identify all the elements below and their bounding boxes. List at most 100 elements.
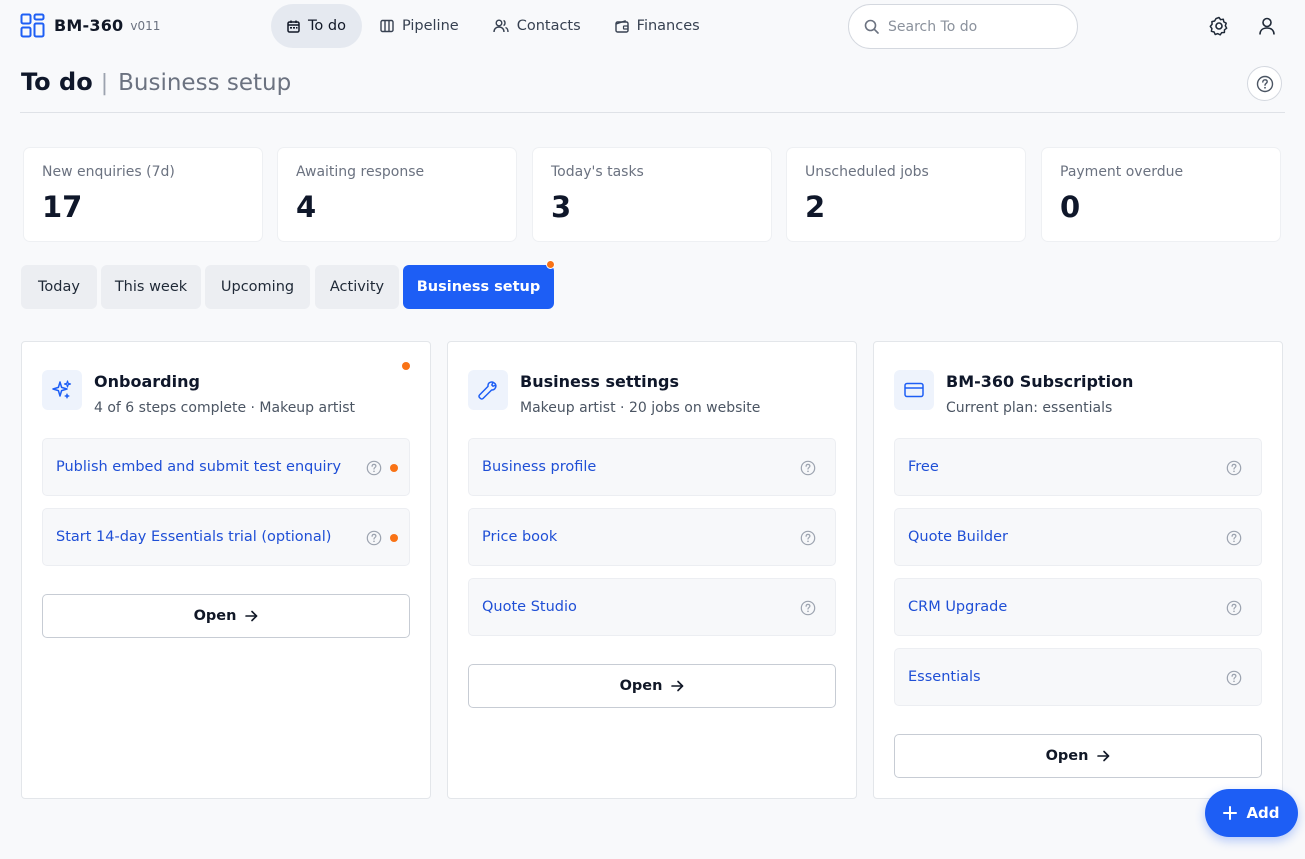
stat-card-todays-tasks[interactable]: Today's tasks 3 (533, 148, 771, 241)
add-button-label: Add (1246, 804, 1280, 822)
help-icon[interactable] (1226, 600, 1242, 616)
header-divider (20, 112, 1285, 113)
page-title-main: To do (21, 68, 93, 96)
stat-value: 2 (805, 190, 826, 224)
top-navbar: BM-360 v011 To do Pipeline Contacts Fina… (0, 0, 1305, 52)
plus-icon (1223, 806, 1238, 820)
tab-upcoming[interactable]: Upcoming (205, 265, 310, 309)
button-label: Open (1045, 748, 1089, 764)
card-icon-box (468, 370, 508, 410)
button-label: Open (193, 608, 237, 624)
users-icon (493, 19, 509, 33)
brand[interactable]: BM-360 v011 (20, 13, 160, 38)
plan-item-crm-upgrade[interactable]: CRM Upgrade (894, 578, 1262, 636)
card-subtitle: Current plan: essentials (946, 400, 1113, 416)
item-label: Essentials (908, 669, 981, 685)
nav-item-finances[interactable]: Finances (599, 4, 716, 48)
nav-label: Finances (636, 18, 700, 34)
help-icon[interactable] (1226, 530, 1242, 546)
stat-card-unscheduled-jobs[interactable]: Unscheduled jobs 2 (787, 148, 1025, 241)
nav-label: To do (308, 18, 346, 34)
stat-label: Today's tasks (551, 164, 644, 180)
nav-label: Contacts (516, 18, 581, 34)
card-subtitle: 4 of 6 steps complete · Makeup artist (94, 400, 356, 416)
nav-item-todo[interactable]: To do (271, 4, 362, 48)
help-icon[interactable] (800, 460, 816, 476)
plan-item-essentials[interactable]: Essentials (894, 648, 1262, 706)
stat-label: New enquiries (7d) (42, 164, 175, 180)
card-subscription: BM-360 Subscription Current plan: essent… (873, 341, 1283, 799)
profile-button[interactable] (1255, 14, 1279, 38)
page-title-sub: Business setup (118, 70, 292, 96)
item-label: Start 14-day Essentials trial (optional) (56, 529, 332, 545)
search-box[interactable] (848, 4, 1078, 49)
brand-version: v011 (130, 18, 161, 33)
notification-dot (390, 464, 398, 472)
search-input[interactable] (888, 18, 1058, 35)
help-icon (1256, 75, 1273, 92)
settings-item-price-book[interactable]: Price book (468, 508, 836, 566)
tab-today[interactable]: Today (21, 265, 97, 309)
page-help-button[interactable] (1247, 66, 1282, 101)
help-icon[interactable] (366, 460, 382, 476)
card-icon-box (42, 370, 82, 410)
wallet-icon (614, 19, 629, 33)
notification-dot (390, 534, 398, 542)
help-icon[interactable] (1226, 670, 1242, 686)
user-icon (1259, 17, 1275, 35)
plan-item-quote-builder[interactable]: Quote Builder (894, 508, 1262, 566)
nav-item-contacts[interactable]: Contacts (477, 4, 597, 48)
onboarding-item-publish-embed[interactable]: Publish embed and submit test enquiry (42, 438, 410, 496)
nav-label: Pipeline (401, 18, 459, 34)
arrow-right-icon (245, 610, 258, 622)
plan-item-free[interactable]: Free (894, 438, 1262, 496)
item-label: Business profile (482, 459, 597, 475)
title-separator: | (100, 71, 109, 96)
item-label: Free (908, 459, 939, 475)
settings-item-business-profile[interactable]: Business profile (468, 438, 836, 496)
nav-item-pipeline[interactable]: Pipeline (364, 4, 475, 48)
columns-icon (380, 19, 394, 33)
tab-label: Activity (329, 279, 385, 295)
button-label: Open (619, 678, 663, 694)
credit-card-icon (904, 382, 924, 398)
settings-item-quote-studio[interactable]: Quote Studio (468, 578, 836, 636)
dashboard-logo-icon (20, 13, 45, 38)
main-nav: To do Pipeline Contacts Finances (271, 4, 718, 48)
tab-activity[interactable]: Activity (315, 265, 399, 309)
stat-card-awaiting-response[interactable]: Awaiting response 4 (278, 148, 516, 241)
onboarding-item-essentials-trial[interactable]: Start 14-day Essentials trial (optional) (42, 508, 410, 566)
notification-dot (546, 260, 555, 269)
open-onboarding-button[interactable]: Open (42, 594, 410, 638)
sparkles-icon (52, 380, 72, 399)
tab-label: Upcoming (220, 279, 295, 295)
open-subscription-button[interactable]: Open (894, 734, 1262, 778)
calendar-icon (287, 20, 300, 33)
notification-dot (402, 362, 410, 370)
item-label: Quote Studio (482, 599, 577, 615)
card-business-settings: Business settings Makeup artist · 20 job… (447, 341, 857, 799)
help-icon[interactable] (1226, 460, 1242, 476)
card-title: Onboarding (94, 372, 200, 391)
stat-label: Unscheduled jobs (805, 164, 929, 180)
stat-value: 17 (42, 190, 83, 224)
add-button[interactable]: Add (1205, 789, 1298, 837)
search-icon (864, 19, 879, 34)
open-business-settings-button[interactable]: Open (468, 664, 836, 708)
tab-business-setup[interactable]: Business setup (403, 260, 555, 309)
card-subtitle: Makeup artist · 20 jobs on website (520, 400, 761, 416)
help-icon[interactable] (800, 530, 816, 546)
gear-icon (1209, 16, 1228, 36)
arrow-right-icon (671, 680, 684, 692)
stat-card-payment-overdue[interactable]: Payment overdue 0 (1042, 148, 1280, 241)
tab-label: Today (38, 279, 80, 295)
page-title: To do | Business setup (21, 68, 291, 96)
wrench-icon (478, 381, 497, 400)
settings-button[interactable] (1207, 14, 1231, 38)
stat-card-new-enquiries[interactable]: New enquiries (7d) 17 (24, 148, 262, 241)
tab-label: Business setup (416, 279, 541, 295)
help-icon[interactable] (800, 600, 816, 616)
help-icon[interactable] (366, 530, 382, 546)
tab-this-week[interactable]: This week (101, 265, 201, 309)
arrow-right-icon (1097, 750, 1110, 762)
